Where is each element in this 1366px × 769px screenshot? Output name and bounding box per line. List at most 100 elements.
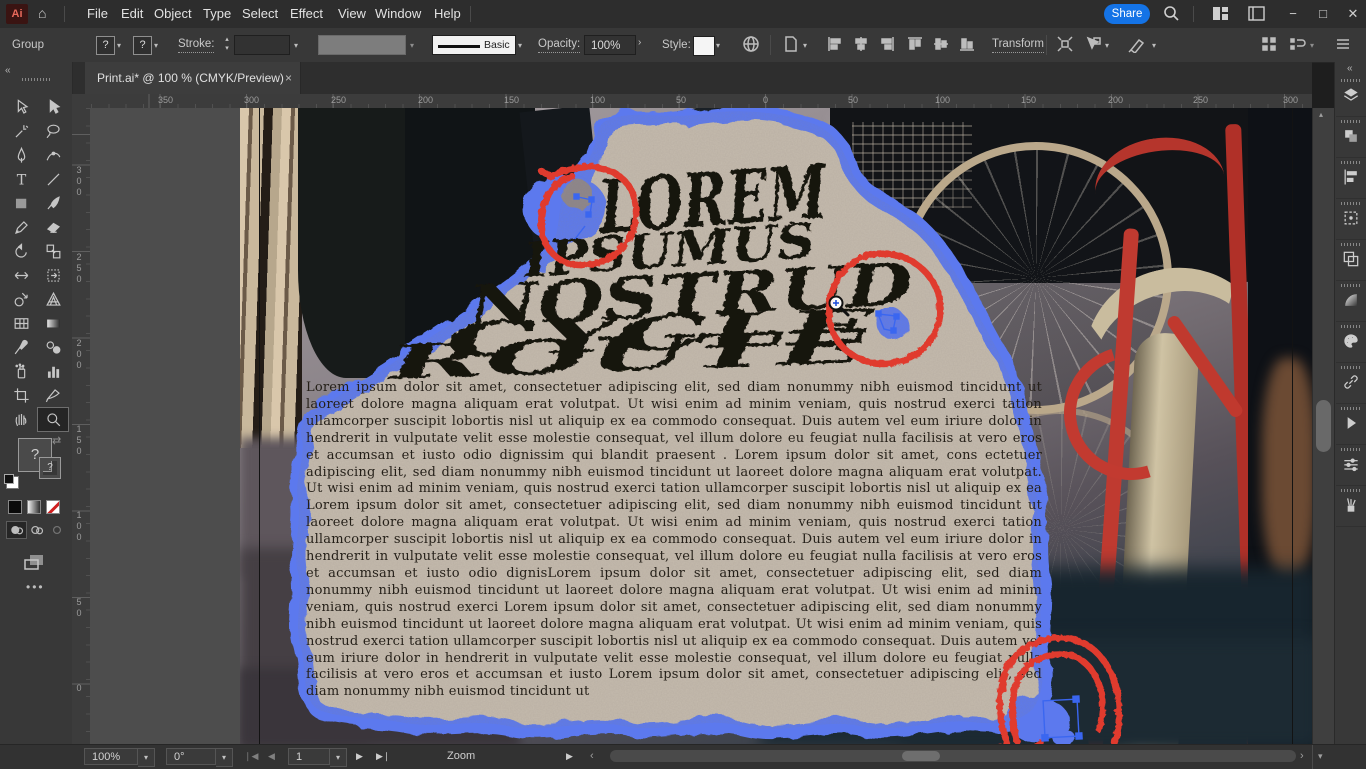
horizontal-scrollbar[interactable] <box>610 750 1296 762</box>
menu-help[interactable]: Help <box>433 0 462 28</box>
pen-tool[interactable] <box>6 144 36 167</box>
zoom-level-dropdown-icon[interactable]: ▾ <box>138 748 155 767</box>
isolate-selection-icon[interactable] <box>1056 35 1076 55</box>
last-artboard-icon[interactable]: ▶❘ <box>376 748 390 765</box>
arrange-documents-icon[interactable] <box>1212 6 1229 26</box>
column-graph-tool[interactable] <box>38 360 68 383</box>
align-bottom-icon[interactable] <box>958 35 978 55</box>
lasso-tool[interactable] <box>38 120 68 143</box>
scroll-right-icon[interactable]: › <box>1300 748 1304 765</box>
magic-wand-tool[interactable] <box>6 120 36 143</box>
zoom-level-field[interactable]: 100% <box>84 748 138 765</box>
stroke-color-proxy[interactable]: ? <box>39 457 61 479</box>
swap-fill-stroke-icon[interactable]: ⇄ <box>52 434 61 447</box>
gradient-swatch-button[interactable] <box>27 500 41 514</box>
collapse-panel-icon[interactable]: « <box>5 65 11 76</box>
graphic-style-swatch[interactable] <box>693 36 715 56</box>
stroke-label[interactable]: Stroke: <box>178 37 215 53</box>
chevron-down-icon[interactable]: ▾ <box>716 41 720 50</box>
color-swatch-button[interactable] <box>8 500 22 514</box>
width-tool[interactable] <box>6 264 36 287</box>
select-similar-icon[interactable] <box>1084 35 1104 55</box>
eyedropper-tool[interactable] <box>6 336 36 359</box>
brushes-panel-button[interactable] <box>1336 486 1366 527</box>
links-panel-button[interactable] <box>1336 363 1366 404</box>
chevron-down-icon[interactable]: ▾ <box>294 41 298 50</box>
transform-panel-button[interactable] <box>1336 199 1366 240</box>
align-top-icon[interactable] <box>906 35 926 55</box>
recolor-artwork-icon[interactable] <box>1128 35 1148 55</box>
blend-tool[interactable] <box>38 336 68 359</box>
opacity-label[interactable]: Opacity: <box>538 37 581 53</box>
curvature-tool[interactable] <box>38 144 68 167</box>
arrange-icon[interactable] <box>1260 35 1280 55</box>
panel-grip[interactable] <box>22 78 50 81</box>
menu-edit[interactable]: Edit <box>120 0 144 28</box>
minimize-button[interactable]: − <box>1278 0 1308 28</box>
chevron-down-icon[interactable]: ▾ <box>803 41 807 50</box>
menu-window[interactable]: Window <box>374 0 422 28</box>
chevron-down-icon[interactable]: ▾ <box>154 41 158 50</box>
chevron-down-icon[interactable]: ▾ <box>117 41 121 50</box>
paintbrush-tool[interactable] <box>38 192 68 215</box>
screen-mode-icon[interactable] <box>22 552 46 577</box>
menu-effect[interactable]: Effect <box>289 0 324 28</box>
workspace-icon[interactable] <box>1248 6 1265 26</box>
chevron-down-icon[interactable]: ▾ <box>518 41 522 50</box>
close-button[interactable]: ✕ <box>1338 0 1366 28</box>
scale-tool[interactable] <box>38 240 68 263</box>
default-fill-stroke-icon[interactable] <box>4 474 19 489</box>
rotation-field[interactable]: 0° <box>166 748 216 765</box>
brush-definition-dropdown[interactable] <box>318 35 406 55</box>
gradient-tool[interactable] <box>38 312 68 335</box>
rotate-tool[interactable] <box>6 240 36 263</box>
globe-icon[interactable] <box>742 35 762 55</box>
more-tools-icon[interactable]: ••• <box>26 580 45 594</box>
vertical-scrollbar[interactable]: ▴ ▾ <box>1312 108 1335 756</box>
rectangle-tool[interactable] <box>6 192 36 215</box>
perspective-grid-tool[interactable] <box>38 288 68 311</box>
artboard-tool[interactable] <box>6 384 36 407</box>
zoom-tool[interactable] <box>37 407 69 432</box>
ruler-corner[interactable] <box>72 94 91 109</box>
direct-selection-tool[interactable] <box>6 96 36 119</box>
body-copy-text[interactable]: Lorem ipsum dolor sit amet, consectetuer… <box>306 380 1042 702</box>
next-artboard-icon[interactable]: ▶ <box>356 748 363 765</box>
opacity-arrow-icon[interactable]: › <box>638 37 641 48</box>
document-tab[interactable]: Print.ai* @ 100 % (CMYK/Preview) × <box>85 62 301 94</box>
menu-view[interactable]: View <box>337 0 367 28</box>
scroll-down-icon[interactable]: ▾ <box>1318 748 1323 765</box>
home-icon[interactable]: ⌂ <box>38 5 46 21</box>
horizontal-ruler[interactable]: 350 300 250 200 150 100 50 0 50 100 150 … <box>90 94 1312 109</box>
actions-panel-button[interactable] <box>1336 404 1366 445</box>
horizontal-scroll-thumb[interactable] <box>902 751 940 761</box>
hand-tool[interactable] <box>6 408 36 431</box>
share-button[interactable]: Share <box>1104 4 1150 24</box>
artboards-panel-button[interactable] <box>1336 240 1366 281</box>
vertical-scroll-thumb[interactable] <box>1316 400 1331 452</box>
status-expand-icon[interactable]: ▶ <box>566 748 573 765</box>
restore-button[interactable]: □ <box>1308 0 1338 28</box>
align-center-icon[interactable] <box>852 35 872 55</box>
stroke-color-button[interactable]: ? <box>133 36 152 55</box>
fill-color-button[interactable]: ? <box>96 36 115 55</box>
stroke-weight-stepper[interactable]: ▴ ▾ <box>222 35 232 55</box>
collapse-dock-icon[interactable]: « <box>1347 63 1353 74</box>
gradient-panel-button[interactable] <box>1336 281 1366 322</box>
artboard-number-field[interactable]: 1 <box>288 748 330 765</box>
vertical-ruler[interactable]: 300 250 200 150 100 50 0 <box>72 108 91 744</box>
opacity-field[interactable]: 100% <box>584 35 636 55</box>
paragraph-settings-icon[interactable] <box>1288 35 1308 55</box>
artboard-dropdown-icon[interactable]: ▾ <box>330 748 347 767</box>
menu-file[interactable]: File <box>86 0 109 28</box>
pencil-tool[interactable] <box>6 216 36 239</box>
draw-behind-button[interactable] <box>27 522 46 538</box>
pathfinder-panel-button[interactable] <box>1336 117 1366 158</box>
selection-tool[interactable] <box>38 96 68 119</box>
align-middle-icon[interactable] <box>932 35 952 55</box>
menu-select[interactable]: Select <box>241 0 279 28</box>
align-panel-button[interactable] <box>1336 158 1366 199</box>
scroll-up-icon[interactable]: ▴ <box>1319 110 1323 119</box>
type-tool[interactable]: T <box>6 168 36 191</box>
draw-normal-button[interactable] <box>6 521 27 539</box>
